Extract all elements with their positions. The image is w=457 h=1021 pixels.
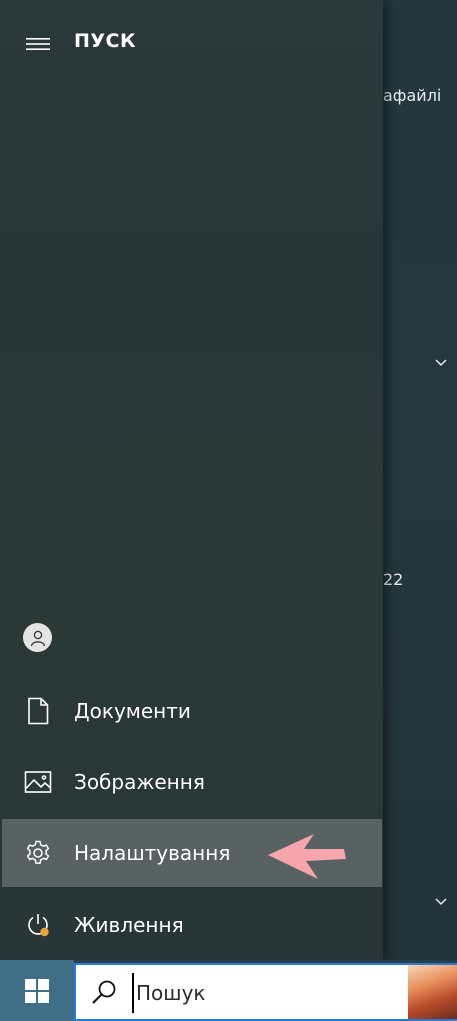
rail-item-pictures[interactable]: Зображення — [2, 748, 382, 816]
start-button[interactable] — [0, 960, 74, 1021]
hamburger-icon — [26, 38, 50, 50]
pointer-arrow-annotation — [268, 834, 346, 879]
rail-item-label: Налаштування — [74, 841, 231, 865]
document-icon — [22, 695, 54, 727]
taskbar-search-box[interactable] — [74, 963, 457, 1021]
tiles-area: афайлі 22 — [383, 0, 457, 960]
user-account-button[interactable] — [23, 623, 52, 652]
rail-item-documents[interactable]: Документи — [2, 677, 382, 745]
rail-item-label: Живлення — [74, 913, 184, 937]
start-menu-title: ПУСК — [74, 30, 137, 52]
rail-item-label: Зображення — [74, 770, 205, 794]
taskbar — [0, 960, 457, 1021]
search-input[interactable] — [132, 973, 392, 1013]
gear-icon — [22, 837, 54, 869]
windows-logo-icon — [25, 978, 49, 1003]
power-icon — [22, 909, 54, 941]
search-highlight-image[interactable] — [408, 965, 457, 1019]
rail-item-label: Документи — [74, 699, 191, 723]
rail-item-power[interactable]: Живлення — [2, 891, 382, 959]
chevron-down-icon[interactable] — [434, 356, 448, 370]
user-avatar-icon — [30, 630, 45, 646]
start-menu-rail: ПУСК Документи Зображення Налаштування Ж… — [0, 0, 383, 960]
tile-peek-label: афайлі — [383, 86, 442, 105]
chevron-down-icon[interactable] — [434, 895, 448, 909]
search-icon — [92, 980, 116, 1004]
hamburger-menu-button[interactable] — [14, 26, 62, 62]
tile-peek-number: 22 — [383, 570, 404, 589]
picture-icon — [22, 766, 54, 798]
